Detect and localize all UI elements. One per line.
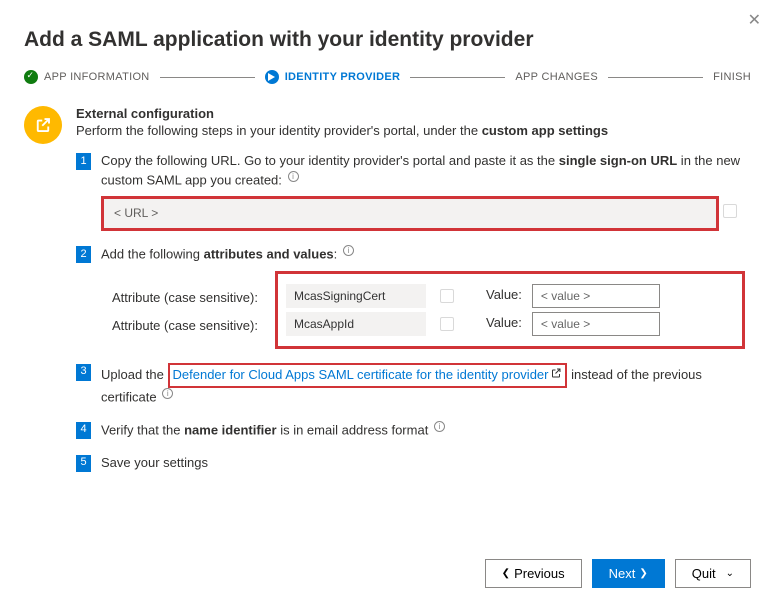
- attribute-name-1[interactable]: [286, 284, 426, 308]
- external-link-icon: [550, 366, 562, 385]
- previous-button[interactable]: ❮Previous: [485, 559, 582, 588]
- close-icon[interactable]: ✕: [748, 10, 761, 30]
- info-icon[interactable]: i: [162, 388, 173, 399]
- attribute-value-2[interactable]: [532, 312, 660, 336]
- step-number: 5: [76, 455, 91, 472]
- section-title: External configuration: [76, 106, 751, 121]
- attribute-label: Attribute (case sensitive):: [112, 312, 258, 336]
- external-link-badge-icon: [24, 106, 62, 144]
- info-icon[interactable]: i: [343, 245, 354, 256]
- step-finish: FINISH: [713, 71, 751, 83]
- step-number: 3: [76, 364, 91, 381]
- step-label: APP CHANGES: [515, 71, 598, 83]
- dialog-footer: ❮Previous Next❯ Quit⌄: [485, 559, 751, 588]
- attribute-value-1[interactable]: [532, 284, 660, 308]
- step-label: APP INFORMATION: [44, 71, 150, 83]
- chevron-left-icon: ❮: [502, 568, 510, 579]
- instruction-step-2: 2 Add the following attributes and value…: [76, 245, 751, 348]
- step-label: IDENTITY PROVIDER: [285, 71, 401, 83]
- step-connector: [608, 77, 703, 78]
- attribute-row-1: Attribute (case sensitive): Value:: [286, 284, 734, 308]
- step-number: 1: [76, 153, 91, 170]
- attribute-label: Attribute (case sensitive):: [112, 284, 258, 308]
- instruction-step-4: 4 Verify that the name identifier is in …: [76, 421, 751, 440]
- copy-icon[interactable]: [440, 289, 454, 303]
- step-label: FINISH: [713, 71, 751, 83]
- quit-button[interactable]: Quit⌄: [675, 559, 751, 588]
- step-connector: [410, 77, 505, 78]
- dialog-title: Add a SAML application with your identit…: [24, 28, 751, 52]
- info-icon[interactable]: i: [434, 421, 445, 432]
- attribute-row-2: Attribute (case sensitive): Value:: [286, 312, 734, 336]
- step-app-information: APP INFORMATION: [24, 70, 150, 84]
- section-subtitle: Perform the following steps in your iden…: [76, 123, 751, 138]
- step-number: 4: [76, 422, 91, 439]
- sso-url-field[interactable]: < URL >: [101, 196, 719, 231]
- next-button[interactable]: Next❯: [592, 559, 665, 588]
- certificate-download-link[interactable]: Defender for Cloud Apps SAML certificate…: [168, 363, 568, 388]
- attributes-block: Attribute (case sensitive): Value: Attri…: [275, 271, 745, 349]
- attribute-name-2[interactable]: [286, 312, 426, 336]
- checkmark-icon: [24, 70, 38, 84]
- play-icon: [265, 70, 279, 84]
- chevron-down-icon: ⌄: [726, 568, 734, 579]
- instruction-step-3: 3 Upload the Defender for Cloud Apps SAM…: [76, 363, 751, 407]
- instruction-step-5: 5 Save your settings: [76, 454, 751, 473]
- info-icon[interactable]: i: [288, 171, 299, 182]
- step-connector: [160, 77, 255, 78]
- value-label: Value:: [486, 286, 522, 305]
- instruction-step-1: 1 Copy the following URL. Go to your ide…: [76, 152, 751, 231]
- value-label: Value:: [486, 314, 522, 333]
- copy-icon[interactable]: [723, 204, 737, 218]
- step-identity-provider: IDENTITY PROVIDER: [265, 70, 401, 84]
- step-number: 2: [76, 246, 91, 263]
- chevron-right-icon: ❯: [639, 568, 647, 579]
- copy-icon[interactable]: [440, 317, 454, 331]
- step-app-changes: APP CHANGES: [515, 71, 598, 83]
- wizard-stepper: APP INFORMATION IDENTITY PROVIDER APP CH…: [24, 70, 751, 84]
